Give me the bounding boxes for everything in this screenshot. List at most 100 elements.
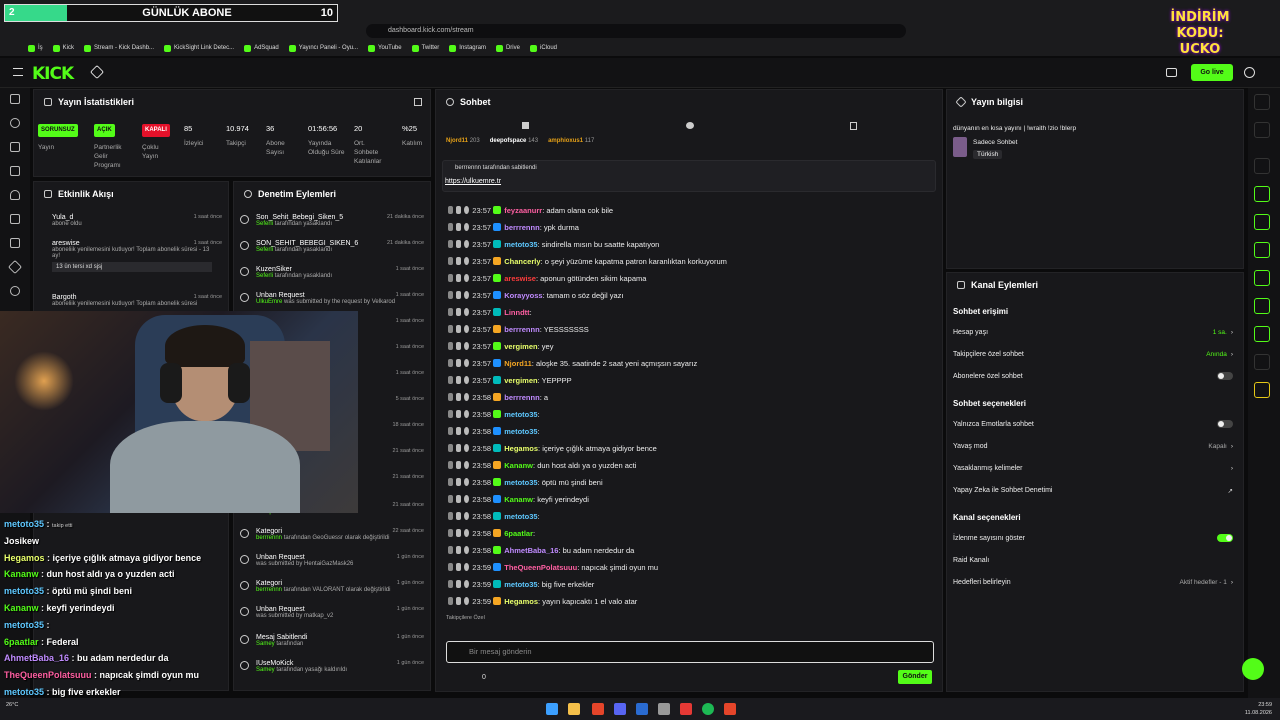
delete-icon[interactable]: [448, 393, 453, 401]
folder-icon[interactable]: [568, 703, 580, 715]
chat-username[interactable]: metoto35: [504, 478, 537, 487]
valorant-icon[interactable]: [724, 703, 736, 715]
bookmark-item[interactable]: YouTube: [368, 44, 402, 52]
timeout-icon[interactable]: [456, 291, 462, 299]
chat-mode-icon[interactable]: [686, 122, 694, 129]
chat-username[interactable]: areswise: [504, 274, 536, 283]
timeout-icon[interactable]: [456, 529, 462, 537]
delete-icon[interactable]: [448, 563, 453, 571]
spotify-icon[interactable]: [702, 703, 714, 715]
chat-username[interactable]: berrrennn: [504, 325, 539, 334]
timeout-icon[interactable]: [456, 223, 462, 231]
delete-icon[interactable]: [448, 512, 453, 520]
chat-username[interactable]: metoto35: [504, 427, 537, 436]
timeout-icon[interactable]: [456, 478, 462, 486]
chat-username[interactable]: metoto35: [504, 580, 537, 589]
go-live-button[interactable]: Go live: [1191, 64, 1233, 81]
brave-icon[interactable]: [592, 703, 604, 715]
timeout-icon[interactable]: [456, 597, 462, 605]
timeout-icon[interactable]: [456, 359, 462, 367]
toggle-switch[interactable]: [1217, 420, 1233, 428]
setting-row[interactable]: Yasaklanmış kelimeler ›: [953, 465, 1233, 472]
delete-icon[interactable]: [448, 427, 453, 435]
stream-icon[interactable]: [10, 94, 20, 104]
address-bar[interactable]: dashboard.kick.com/stream: [366, 24, 906, 38]
bookmark-item[interactable]: İş: [28, 44, 43, 52]
delete-icon[interactable]: [448, 529, 453, 537]
chat-username[interactable]: metoto35: [504, 512, 537, 521]
timeout-icon[interactable]: [456, 495, 462, 503]
delete-icon[interactable]: [448, 308, 453, 316]
delete-icon[interactable]: [448, 274, 453, 282]
timeout-icon[interactable]: [456, 342, 462, 350]
toggle-switch[interactable]: [1217, 534, 1233, 542]
timeout-icon[interactable]: [456, 257, 462, 265]
layout-icon[interactable]: [10, 214, 20, 224]
setting-row[interactable]: Yapay Zeka ile Sohbet Denetimi ↗: [953, 487, 1233, 495]
message-icon[interactable]: [1254, 242, 1270, 258]
setting-row[interactable]: Takipçilere özel sohbet Anında ›: [953, 351, 1233, 358]
chat-username[interactable]: Hegamos: [504, 597, 538, 606]
monitor-icon[interactable]: [10, 142, 20, 152]
app-icon[interactable]: [680, 703, 692, 715]
delete-icon[interactable]: [448, 495, 453, 503]
bookmark-item[interactable]: Stream - Kick Dashb...: [84, 44, 154, 52]
timeout-icon[interactable]: [456, 410, 462, 418]
timeout-icon[interactable]: [456, 444, 462, 452]
pinned-link[interactable]: https://ulkuemre.tr: [445, 178, 501, 185]
bookmark-item[interactable]: Drive: [495, 44, 520, 52]
bookmark-item[interactable]: Kick: [52, 44, 74, 52]
timeout-icon[interactable]: [456, 376, 462, 384]
delete-icon[interactable]: [448, 240, 453, 248]
chat-username[interactable]: Korayyoss: [504, 291, 542, 300]
bookmark-item[interactable]: Twitter: [411, 44, 439, 52]
timeout-icon[interactable]: [456, 461, 462, 469]
theater-icon[interactable]: [1166, 68, 1177, 77]
analytics-icon[interactable]: [10, 238, 20, 248]
setting-row[interactable]: Raid Kanalı: [953, 557, 1233, 564]
timeout-icon[interactable]: [456, 512, 462, 520]
timeout-icon[interactable]: [456, 580, 462, 588]
hourglass-icon[interactable]: [850, 122, 857, 130]
chat-username[interactable]: vergimen: [504, 376, 537, 385]
delete-icon[interactable]: [448, 291, 453, 299]
trophy-icon[interactable]: [10, 190, 20, 200]
info-icon[interactable]: [1254, 94, 1270, 110]
trash-icon[interactable]: [522, 122, 529, 129]
setting-row[interactable]: Hesap yaşı 1 sa. ›: [953, 329, 1233, 336]
delete-icon[interactable]: [448, 478, 453, 486]
users-icon[interactable]: [10, 286, 20, 296]
chat-username[interactable]: Kananw: [504, 461, 533, 470]
chat-username[interactable]: berrrennn: [504, 223, 539, 232]
timeout-icon[interactable]: [456, 308, 462, 316]
profile-icon[interactable]: [1244, 67, 1255, 78]
wrench-action-icon[interactable]: [1254, 326, 1270, 342]
timeout-icon[interactable]: [456, 325, 462, 333]
help-icon[interactable]: [1242, 658, 1264, 680]
timeout-icon[interactable]: [456, 546, 462, 554]
delete-icon[interactable]: [448, 580, 453, 588]
link-icon[interactable]: [10, 118, 20, 128]
bookmark-item[interactable]: Yayıncı Paneli - Oyu...: [288, 44, 358, 52]
delete-icon[interactable]: [448, 410, 453, 418]
chat-input[interactable]: Bir mesaj gönderin: [446, 641, 934, 663]
timeout-icon[interactable]: [456, 240, 462, 248]
chat-username[interactable]: Hegamos: [504, 444, 538, 453]
delete-icon[interactable]: [448, 546, 453, 554]
delete-icon[interactable]: [448, 444, 453, 452]
chat-username[interactable]: TheQueenPolatsuuu: [504, 563, 577, 572]
chat-icon[interactable]: [10, 166, 20, 176]
stream-action-icon[interactable]: [1254, 270, 1270, 286]
delete-icon[interactable]: [448, 461, 453, 469]
chat-username[interactable]: Njord11: [504, 359, 532, 368]
edit-icon[interactable]: [1254, 122, 1270, 138]
bookmark-item[interactable]: Instagram: [449, 44, 486, 52]
timeout-icon[interactable]: [456, 427, 462, 435]
delete-icon[interactable]: [448, 359, 453, 367]
timeout-icon[interactable]: [456, 206, 462, 214]
timeout-icon[interactable]: [456, 563, 462, 571]
obs-icon[interactable]: [658, 703, 670, 715]
discord-icon[interactable]: [614, 703, 626, 715]
bolt-action-icon[interactable]: [1254, 186, 1270, 202]
send-button[interactable]: Gönder: [898, 670, 932, 684]
